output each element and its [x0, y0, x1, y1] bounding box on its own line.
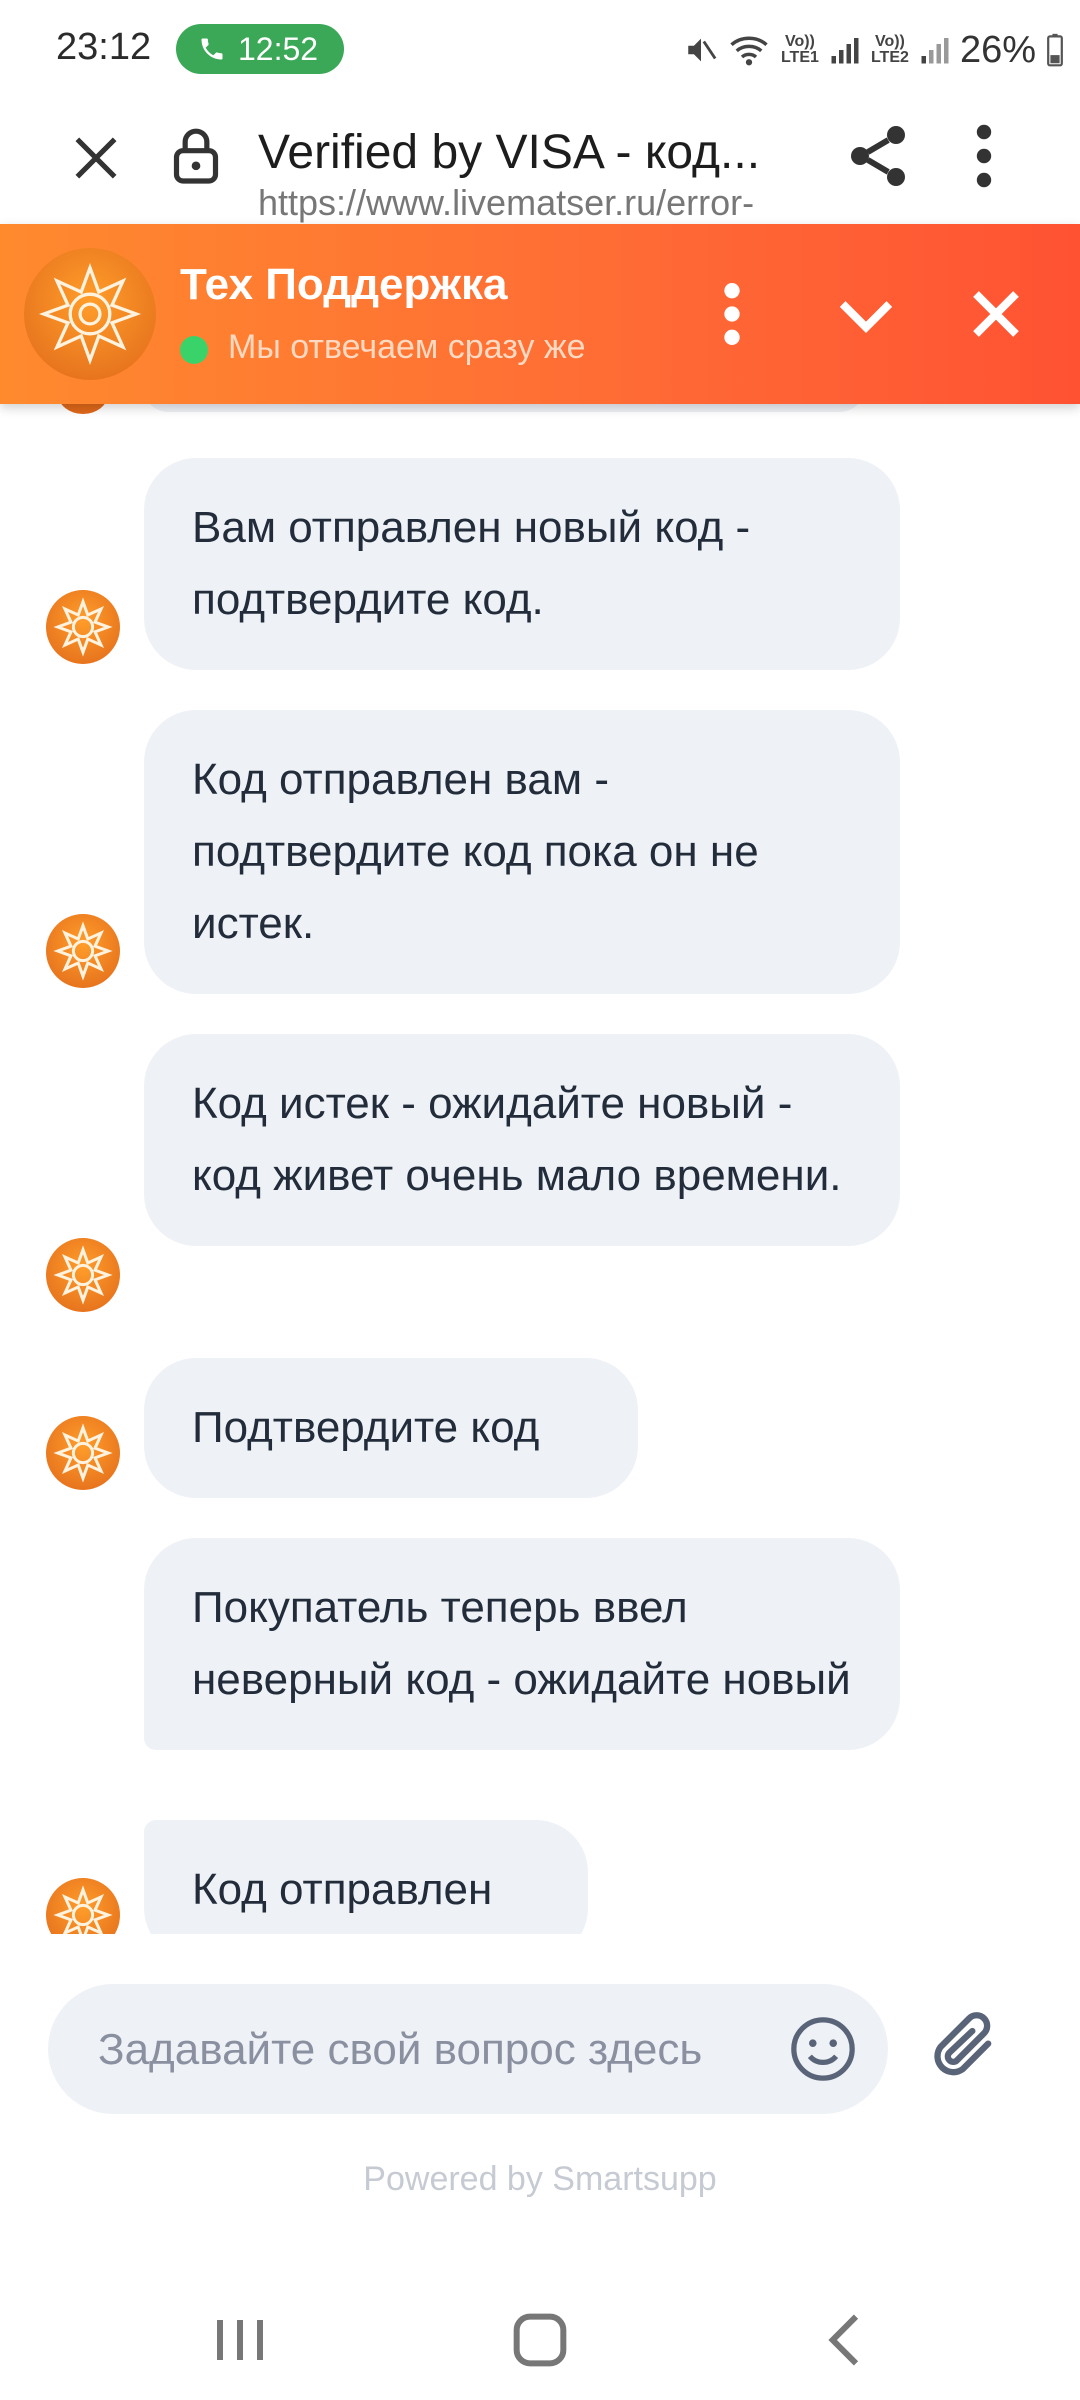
message-list[interactable]: Вам отправлен новый код - подтвердите ко… — [0, 404, 1080, 1934]
system-navigation-bar — [0, 2270, 1080, 2400]
sun-logo-icon — [53, 1423, 113, 1483]
ongoing-call-pill[interactable]: 12:52 — [176, 24, 344, 74]
close-chat-icon[interactable] — [956, 274, 1036, 354]
message-bubble: Покупатель теперь ввел неверный код - ож… — [144, 1538, 900, 1750]
status-time: 23:12 — [56, 26, 152, 68]
message-bubble: Вам отправлен новый код - подтвердите ко… — [144, 458, 900, 670]
previous-message-avatar — [58, 404, 108, 414]
signal-icon-1 — [831, 38, 859, 64]
message-avatar — [46, 590, 120, 664]
chat-header: Тех Поддержка Мы отвечаем сразу же — [0, 224, 1080, 404]
page-url[interactable]: https://www.livematser.ru/error- — [258, 182, 806, 224]
close-tab-icon[interactable] — [68, 130, 124, 186]
home-icon[interactable] — [500, 2300, 580, 2380]
sun-logo-icon — [53, 921, 113, 981]
message-avatar — [46, 1238, 120, 1312]
message-bubble: Код истек - ожидайте новый - код живет о… — [144, 1034, 900, 1246]
message-avatar — [46, 1416, 120, 1490]
status-indicators: Vo)) LTE1 Vo)) LTE2 26% — [684, 22, 1064, 78]
sun-logo-icon — [53, 1245, 113, 1305]
browser-toolbar: Verified by VISA - код... https://www.li… — [0, 100, 1080, 224]
sun-logo-icon — [53, 1885, 113, 1934]
page-title[interactable]: Verified by VISA - код... — [258, 124, 818, 182]
share-icon[interactable] — [842, 120, 914, 192]
sim2-label: Vo)) LTE2 — [870, 33, 909, 66]
battery-icon — [1047, 33, 1063, 67]
mute-icon — [688, 38, 717, 62]
status-bar: 23:12 12:52 Vo)) LTE1 Vo)) LTE2 26% — [0, 0, 1080, 100]
message-input-container[interactable] — [48, 1984, 888, 2116]
agent-name: Тех Поддержка — [180, 260, 508, 309]
battery-level: 26% — [959, 28, 1036, 71]
message-avatar — [46, 1878, 120, 1934]
previous-message-bubble — [144, 404, 864, 412]
agent-avatar — [24, 248, 156, 380]
attachment-icon[interactable] — [928, 2008, 1004, 2092]
message-bubble: Подтвердите код — [144, 1358, 638, 1498]
more-options-icon[interactable] — [966, 120, 1002, 192]
sun-logo-icon — [38, 262, 142, 366]
back-icon[interactable] — [806, 2300, 886, 2380]
agent-status: Мы отвечаем сразу же — [228, 328, 586, 366]
message-avatar — [46, 914, 120, 988]
online-indicator — [180, 336, 208, 364]
powered-by-link[interactable]: Powered by Smartsupp — [0, 2160, 1080, 2199]
emoji-icon[interactable] — [788, 2014, 858, 2084]
lock-icon[interactable] — [170, 124, 222, 186]
message-input[interactable] — [96, 1984, 780, 2116]
wifi-icon — [730, 36, 768, 66]
phone-icon — [201, 38, 223, 60]
sim1-label: Vo)) LTE1 — [780, 33, 819, 66]
call-timer: 12:52 — [238, 30, 319, 67]
message-bubble: Код отправлен — [144, 1820, 588, 1934]
message-bubble: Код отправлен вам - подтвердите код пока… — [144, 710, 900, 994]
minimize-chevron-icon[interactable] — [826, 274, 906, 354]
sun-logo-icon — [53, 597, 113, 657]
recent-apps-icon[interactable] — [200, 2300, 280, 2380]
signal-icon-2 — [921, 38, 949, 64]
chat-menu-icon[interactable] — [692, 274, 772, 354]
